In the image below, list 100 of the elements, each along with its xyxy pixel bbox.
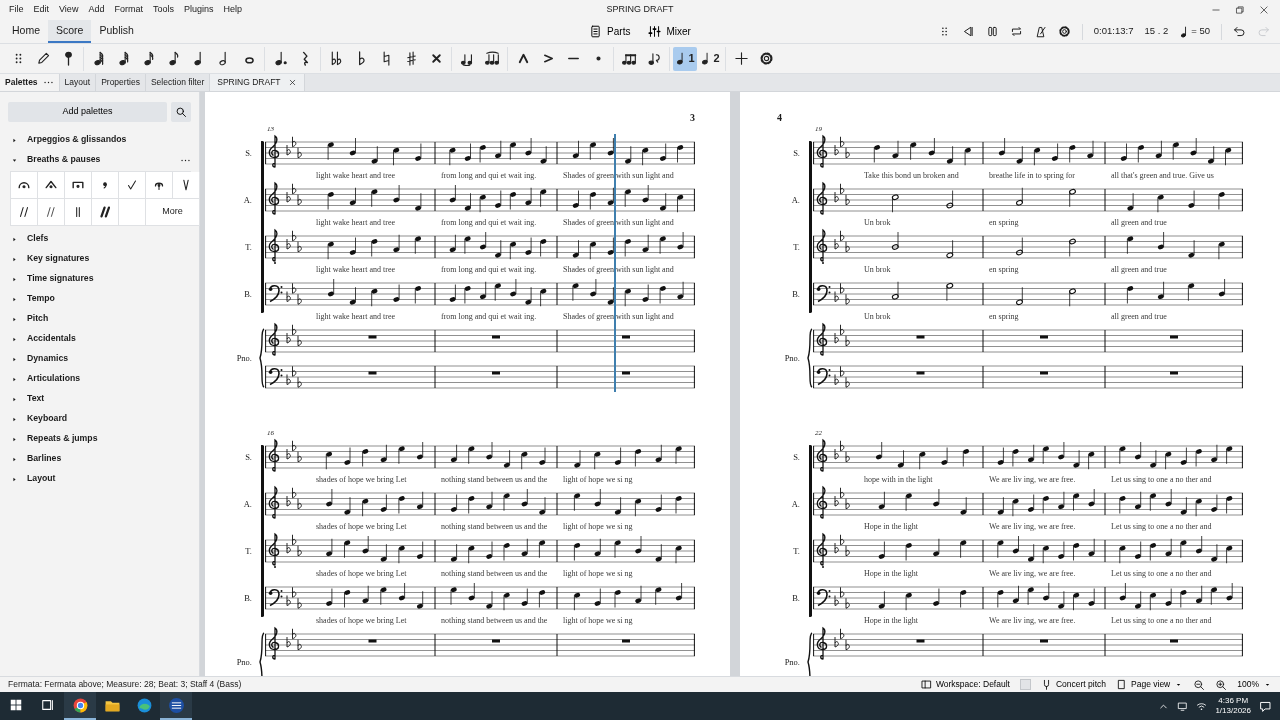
- palette-item[interactable]: Breaths & pauses: [8, 150, 191, 170]
- palette-cell[interactable]: [11, 172, 38, 199]
- search-button[interactable]: [171, 102, 191, 122]
- taskbar-app[interactable]: [64, 692, 96, 720]
- rewind-icon[interactable]: [961, 25, 975, 38]
- palette-label: Repeats & jumps: [27, 432, 99, 446]
- tempo-value: = 50: [1191, 24, 1210, 39]
- more-button[interactable]: More: [146, 199, 200, 226]
- menu-item[interactable]: File: [4, 3, 29, 17]
- palette-item[interactable]: Articulations: [8, 369, 191, 389]
- palette-cell[interactable]: [173, 172, 200, 199]
- palette-item[interactable]: Keyboard: [8, 409, 191, 429]
- palette-cell[interactable]: [65, 172, 92, 199]
- taskbar-app[interactable]: [160, 692, 192, 720]
- lyrics-text: light wake heart and tree: [315, 311, 397, 322]
- palette-item[interactable]: Text: [8, 389, 191, 409]
- workspace-button[interactable]: Workspace: Default: [920, 678, 1010, 691]
- staff-label: A.: [242, 194, 253, 207]
- palette-item[interactable]: Clefs: [8, 229, 191, 249]
- panel-tab[interactable]: Palettes: [0, 74, 60, 91]
- pause-icon[interactable]: [985, 25, 999, 38]
- main-tab[interactable]: Score: [48, 20, 92, 43]
- lyrics-text: nothing stand between us and the: [440, 615, 549, 626]
- palette-label: Dynamics: [27, 352, 70, 366]
- palette-item[interactable]: Time signatures: [8, 269, 191, 289]
- palette-cell[interactable]: [119, 172, 146, 199]
- thin-caesura-icon: [44, 205, 58, 219]
- close-icon[interactable]: [287, 78, 297, 87]
- palette-item[interactable]: Key signatures: [8, 249, 191, 269]
- palette-item[interactable]: Arpeggios & glissandos: [8, 130, 191, 150]
- lyrics-text: light of hope we si ng: [562, 521, 634, 532]
- palette-item[interactable]: Pitch: [8, 309, 191, 329]
- concert-pitch-button[interactable]: Concert pitch: [1040, 678, 1107, 691]
- wifi-icon[interactable]: [1196, 700, 1208, 712]
- network-icon[interactable]: [1177, 700, 1189, 712]
- lyrics-text: en spring: [988, 311, 1020, 322]
- palette-item[interactable]: Dynamics: [8, 349, 191, 369]
- lyrics-text: We are liv ing, we are free.: [988, 568, 1077, 579]
- staff-label: T.: [792, 545, 801, 558]
- palette-cell[interactable]: [11, 199, 38, 226]
- concert-pitch-checkbox[interactable]: [1019, 679, 1031, 690]
- palette-label: Articulations: [27, 372, 82, 386]
- staff-label: A.: [790, 194, 801, 207]
- check-mark-icon: [125, 178, 139, 192]
- settings-icon[interactable]: [758, 51, 774, 66]
- tuplet-icon[interactable]: [621, 51, 637, 66]
- palette-cell[interactable]: [65, 199, 92, 226]
- palette-item[interactable]: Tempo: [8, 289, 191, 309]
- notification-icon[interactable]: [1259, 699, 1272, 713]
- palette-item[interactable]: Repeats & jumps: [8, 429, 191, 449]
- voice-button[interactable]: 1: [673, 46, 697, 71]
- menu-item[interactable]: Add: [83, 3, 110, 17]
- pencil-icon[interactable]: [35, 51, 51, 66]
- menu-item[interactable]: Help: [218, 3, 247, 17]
- voice-button[interactable]: 2: [698, 46, 722, 71]
- main-tab[interactable]: Home: [4, 20, 48, 43]
- add-icon[interactable]: [733, 51, 749, 66]
- menu-item[interactable]: Format: [109, 3, 148, 17]
- palette-label: Accidentals: [27, 332, 77, 346]
- window-title: SPRING DRAFT: [606, 3, 674, 17]
- palette-item[interactable]: Barlines: [8, 449, 191, 469]
- lyrics-text: Let us sing to one a no ther and: [1110, 615, 1213, 626]
- palette-cell[interactable]: [92, 199, 119, 226]
- palette-cell[interactable]: [38, 199, 65, 226]
- palette-item[interactable]: Accidentals: [8, 329, 191, 349]
- tie-icon[interactable]: [459, 51, 475, 66]
- add-palettes-button[interactable]: Add palettes: [8, 102, 167, 122]
- menu-item[interactable]: Edit: [28, 3, 55, 17]
- main-tab[interactable]: Publish: [91, 20, 142, 43]
- lyrics-text: Un brok: [863, 264, 892, 275]
- mixer-button[interactable]: Mixer: [639, 24, 700, 39]
- undo-icon[interactable]: [1233, 25, 1246, 38]
- palette-label: Key signatures: [27, 252, 91, 266]
- palette-cell[interactable]: [146, 172, 173, 199]
- restore-icon[interactable]: [1235, 5, 1245, 15]
- close-icon[interactable]: [1259, 5, 1269, 15]
- zoom-in-icon[interactable]: [1215, 678, 1228, 691]
- lyrics-text: light of hope we si ng: [562, 615, 634, 626]
- palette-item[interactable]: Layout: [8, 469, 191, 489]
- menu-item[interactable]: Plugins: [178, 3, 219, 17]
- page-view-button[interactable]: Page view: [1116, 678, 1184, 691]
- windows-start-icon[interactable]: [9, 698, 23, 712]
- zoom-button[interactable]: 100%: [1237, 678, 1272, 691]
- palette-cell[interactable]: [38, 172, 65, 199]
- menu-item[interactable]: Tools: [147, 3, 179, 17]
- parts-button[interactable]: Parts: [580, 24, 640, 39]
- document-tab[interactable]: SPRING DRAFT: [210, 74, 305, 91]
- task-view-icon[interactable]: [41, 698, 55, 712]
- loop-icon[interactable]: [1009, 25, 1023, 38]
- workspace-icon: [920, 679, 932, 690]
- menu-item[interactable]: View: [54, 3, 84, 17]
- lyrics-text: We are liv ing, we are free.: [988, 474, 1077, 485]
- dotted-note-icon[interactable]: [272, 51, 288, 66]
- flip-direction-icon[interactable]: [646, 51, 662, 66]
- palette-cell[interactable]: [92, 172, 119, 199]
- palette-label: Layout: [27, 472, 57, 486]
- slur-icon[interactable]: [484, 51, 500, 66]
- zoom-out-icon[interactable]: [1193, 678, 1206, 691]
- lyrics-text: nothing stand between us and the: [440, 568, 549, 579]
- settings-icon[interactable]: [1057, 25, 1071, 38]
